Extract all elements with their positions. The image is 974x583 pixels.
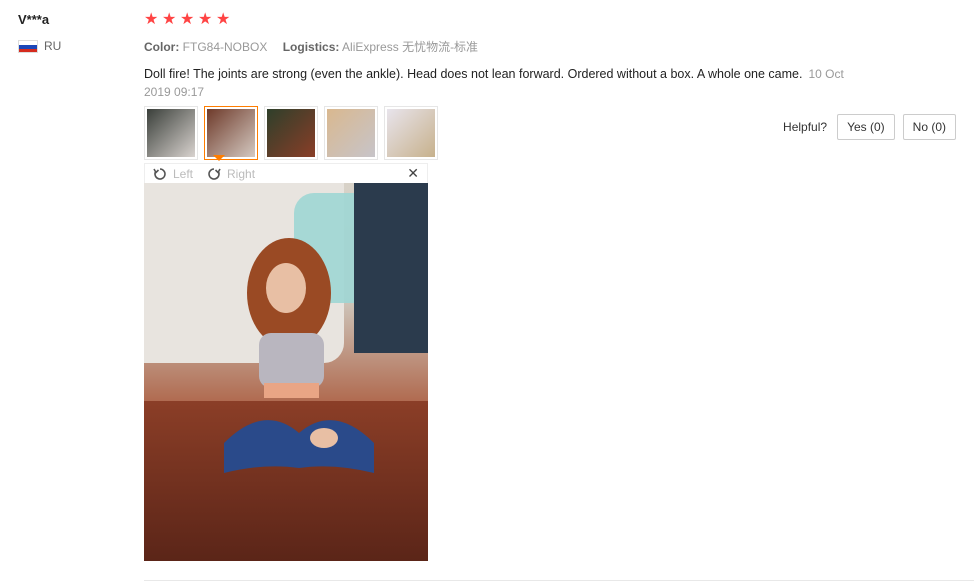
photo-viewer: Left Right ✕ [144,163,428,561]
star-icon: ★ [162,11,177,28]
rotate-left-label: Left [173,166,194,181]
helpful-yes-button[interactable]: Yes (0) [837,114,895,140]
russia-flag-icon [18,39,38,53]
thumbnail-photo-2[interactable] [204,106,258,160]
thumbnail-photo-4[interactable] [324,106,378,160]
rotate-left-icon [153,167,166,180]
color-info: Color: FTG84-NOBOX [144,40,271,54]
reviewer-country: RU [18,39,138,53]
country-code: RU [44,39,62,53]
thumbnail-image [327,109,375,157]
rotate-left-button[interactable]: Left [153,167,193,181]
rotate-right-button[interactable]: Right [207,167,255,181]
thumbnail-image [147,109,195,157]
logistics-label: Logistics: [282,40,340,54]
star-rating: ★ ★ ★ ★ ★ [144,12,844,28]
thumbnail-image [267,109,315,157]
helpful-label: Helpful? [783,120,828,134]
star-icon: ★ [216,11,231,28]
doll-figure [224,238,374,473]
viewer-toolbar: Left Right ✕ [144,163,428,183]
thumbnail-image [207,109,255,157]
thumbnail-photo-3[interactable] [264,106,318,160]
color-value: FTG84-NOBOX [182,40,268,54]
star-icon: ★ [198,11,213,28]
reviewer-name: V***a [18,12,50,27]
review-text: Doll fire! The joints are strong (even t… [144,65,844,101]
review-body: ★ ★ ★ ★ ★ Color: FTG84-NOBOX Logistics: … [144,12,844,101]
divider [144,580,974,581]
order-meta: Color: FTG84-NOBOX Logistics: AliExpress… [144,38,844,55]
color-label: Color: [144,40,180,54]
helpful-section: Helpful? Yes (0) No (0) [783,114,956,140]
photo-thumbnails [144,106,438,160]
star-icon: ★ [180,11,195,28]
helpful-no-button[interactable]: No (0) [902,114,956,140]
active-thumbnail-caret [213,155,225,161]
thumbnail-photo-5[interactable] [384,106,438,160]
rotate-right-icon [208,167,221,180]
rotate-right-label: Right [227,166,256,181]
thumbnail-photo-1[interactable] [144,106,198,160]
review-photo [144,183,428,561]
review-content: Doll fire! The joints are strong (even t… [144,67,803,81]
close-viewer-button[interactable]: ✕ [407,165,419,182]
logistics-value: AliExpress 无忧物流-标准 [342,40,479,54]
star-icon: ★ [144,11,159,28]
thumbnail-image [387,109,435,157]
reviewer-info: V***a RU [18,12,138,53]
logistics-info: Logistics: AliExpress 无忧物流-标准 [283,40,478,54]
